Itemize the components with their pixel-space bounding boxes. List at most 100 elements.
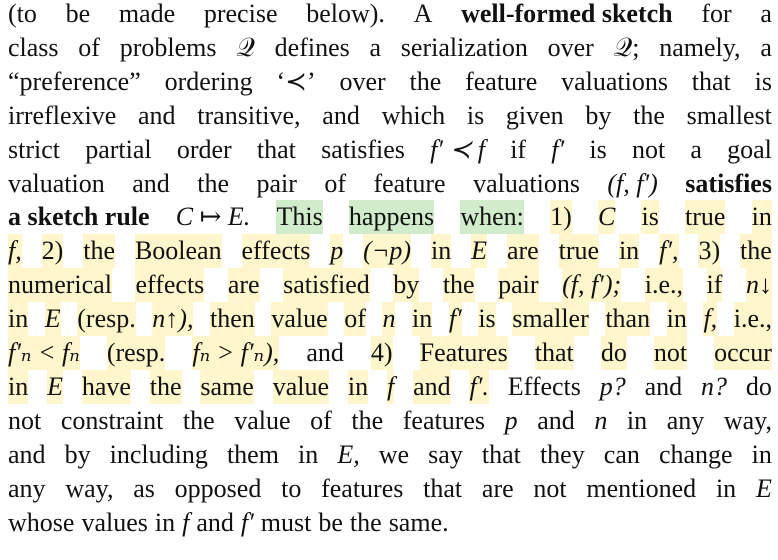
word: if	[510, 134, 527, 164]
word: n↓	[745, 268, 772, 303]
text-line: “preference” ordering ‘≺’ over the feature val…	[8, 65, 772, 99]
word: A	[413, 0, 433, 28]
word: occur	[714, 336, 772, 370]
word: Effects	[507, 371, 581, 401]
text-line: strict partial order that satisfies f′ ≺ f if f…	[8, 133, 772, 167]
word: do	[745, 371, 772, 401]
word: f	[386, 369, 395, 404]
word: in	[751, 200, 772, 235]
word: than	[605, 302, 651, 337]
word: is	[754, 66, 772, 96]
word: n	[594, 405, 608, 435]
word: a sketch rule	[8, 202, 150, 232]
word: in	[751, 439, 772, 469]
word: and	[306, 338, 344, 367]
word: 4)	[370, 336, 393, 370]
word: constraint	[60, 405, 164, 435]
word: and	[8, 439, 46, 469]
word: the	[83, 234, 116, 269]
word: of	[344, 302, 366, 337]
word: are	[227, 268, 260, 303]
word: over	[547, 32, 594, 62]
word: happens	[348, 200, 435, 235]
word: partial	[85, 134, 152, 164]
word: f′	[240, 507, 254, 537]
word: features	[321, 473, 404, 503]
word: class	[8, 32, 59, 62]
word: any	[666, 405, 705, 435]
word: f	[182, 507, 190, 537]
word: is	[478, 302, 496, 337]
word: precise	[203, 0, 278, 28]
word: Boolean	[134, 234, 222, 269]
word: 𝒬;	[613, 32, 640, 62]
word: C	[597, 200, 616, 235]
word: smaller	[512, 302, 589, 337]
word: same	[200, 369, 254, 404]
word: values	[81, 507, 148, 537]
word: a	[369, 32, 382, 62]
word: effects	[135, 268, 205, 303]
word: the	[349, 507, 382, 537]
word: value	[271, 302, 328, 337]
word: to	[281, 473, 302, 503]
word: f,	[703, 302, 718, 337]
text-line: numerical effects are satisfied by the pair (f,…	[8, 268, 772, 303]
word: in	[298, 439, 319, 469]
word: the	[442, 268, 475, 303]
word: a	[760, 0, 772, 28]
word: (resp.	[77, 302, 136, 337]
word: not	[8, 405, 42, 435]
text-line: a sketch rule C ↦ E. This happens when: 1) Cis…	[8, 200, 772, 235]
word: the	[740, 234, 772, 269]
word: f′,	[659, 234, 679, 269]
word: n?	[701, 371, 728, 401]
word: given	[505, 100, 564, 130]
word: (f, f′);	[562, 268, 622, 303]
word: well-formed sketch	[461, 0, 673, 28]
word: (¬p)	[363, 234, 412, 269]
word: are	[481, 473, 514, 503]
word: f,	[8, 234, 22, 269]
word: by	[585, 100, 612, 130]
word: of	[310, 405, 332, 435]
word: is	[589, 134, 607, 164]
word: E	[471, 234, 488, 269]
word: E,	[337, 439, 360, 469]
word: value	[234, 405, 291, 435]
word: 𝒬	[236, 32, 255, 62]
word: f′ₙ < fₙ	[8, 336, 80, 370]
word: in	[666, 302, 687, 337]
word: the	[149, 369, 182, 404]
word: E	[47, 369, 63, 404]
word: we	[378, 439, 410, 469]
word: valuations	[473, 168, 580, 198]
word: mentioned	[586, 473, 697, 503]
word: serialization	[400, 32, 528, 62]
word: fₙ > f′ₙ),	[192, 336, 280, 370]
word: that	[423, 473, 463, 503]
word: satisfied	[283, 268, 370, 303]
word: if	[706, 268, 723, 303]
word: n	[382, 302, 396, 337]
word: in	[618, 234, 640, 269]
word: when:	[460, 200, 524, 235]
word: n↑),	[152, 302, 194, 337]
text-line: in E (resp. n↑), then value of n in f′ is smaller th…	[8, 302, 772, 337]
word: order	[176, 134, 232, 164]
word: is	[641, 200, 659, 235]
word: a	[690, 134, 702, 164]
word: and	[132, 168, 170, 198]
text-line: (to be made precise below). Awell-formed sket…	[8, 0, 772, 31]
word: 3)	[698, 234, 721, 269]
word: satisfies	[685, 168, 772, 198]
word: smallest	[686, 100, 772, 130]
word: that	[534, 336, 574, 370]
word: the	[197, 168, 229, 198]
word: goal	[727, 134, 772, 164]
word: change	[658, 439, 733, 469]
word: the	[351, 405, 384, 435]
word: then	[210, 302, 255, 337]
text-line: not constraint the value of the features p and n i…	[8, 404, 772, 438]
word: features	[402, 405, 486, 435]
